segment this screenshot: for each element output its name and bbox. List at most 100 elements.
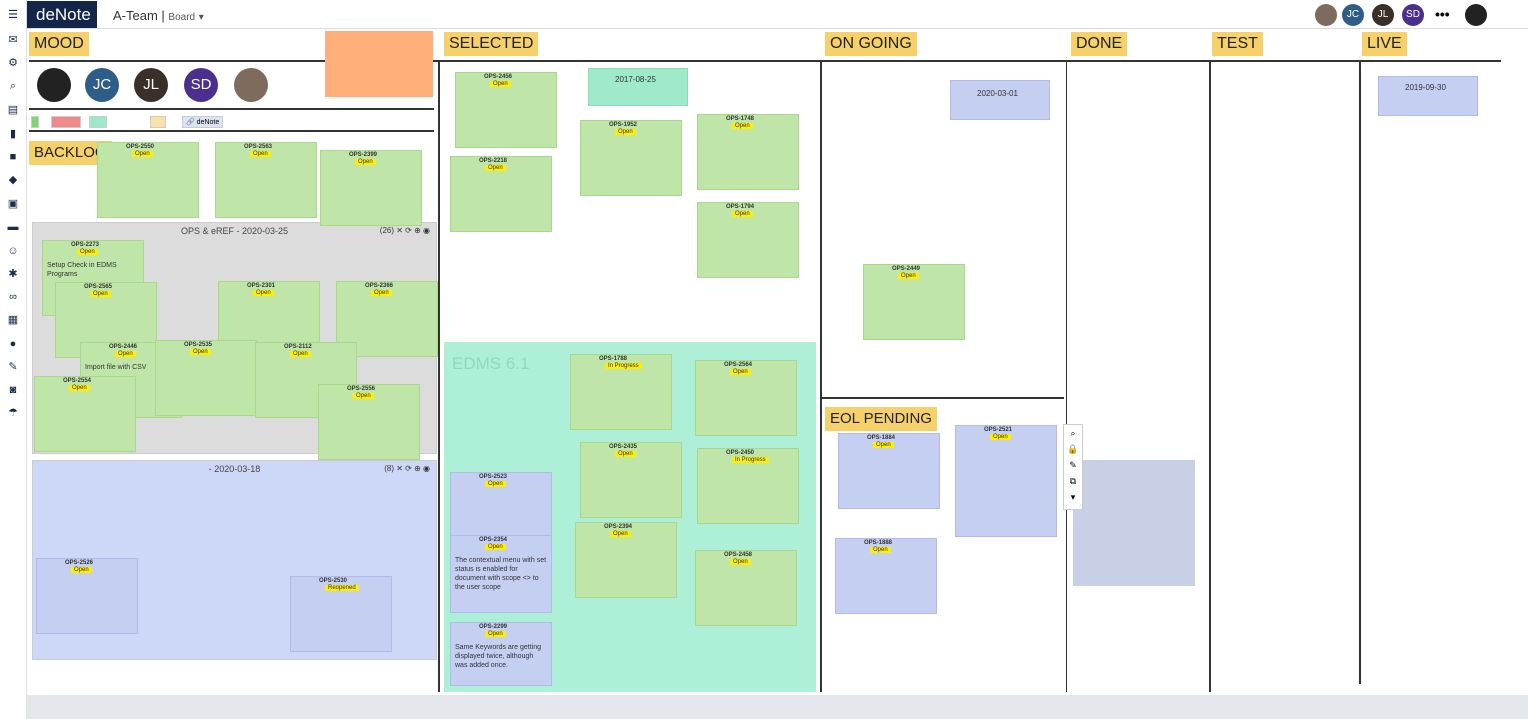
ticket-card[interactable]: OPS-2299 Open Same Keywords are getting di… — [450, 622, 552, 686]
sticky-note[interactable] — [325, 31, 433, 97]
mood-avatar[interactable]: SD — [184, 68, 218, 102]
ticket-card[interactable]: OPS-1748 Open — [697, 114, 799, 190]
done-note[interactable] — [1073, 460, 1195, 586]
tag-icon[interactable]: ◆ — [6, 173, 20, 187]
mail-icon[interactable]: ✉ — [6, 33, 20, 47]
ticket-card[interactable]: OPS-2530 Reopened — [290, 576, 392, 652]
card-date: 2019-09-30 — [1405, 83, 1446, 92]
ticket-card[interactable]: OPS-2435 Open — [580, 442, 682, 518]
column-header-test[interactable]: TEST — [1212, 32, 1263, 56]
link-icon: 🔗 — [186, 119, 195, 126]
ticket-card[interactable]: OPS-2394 Open — [575, 522, 677, 598]
ticket-card[interactable]: OPS-2550 Open — [97, 142, 199, 218]
ticket-text: The contextual menu with set status is e… — [455, 557, 547, 591]
ticket-card[interactable]: OPS-1794 Open — [697, 202, 799, 278]
ticket-card[interactable]: OPS-2521 Open — [955, 425, 1057, 537]
chevron-down-icon[interactable]: ▾ — [1064, 489, 1082, 505]
column-header-mood[interactable]: MOOD — [29, 32, 89, 56]
app-logo[interactable]: deNote — [27, 1, 97, 28]
zoom-icon[interactable]: ⌕ — [1064, 425, 1082, 441]
status-badge: Open — [990, 434, 1011, 440]
status-badge: Open — [870, 547, 891, 553]
ticket-card[interactable]: OPS-2535 Open — [155, 340, 257, 416]
ticket-id: OPS-1884 — [867, 435, 896, 441]
filter-tag[interactable] — [31, 116, 39, 128]
mini-toolbar[interactable]: ⌕ 🔒 ✎ ⧉ ▾ — [1063, 424, 1083, 510]
mood-avatar[interactable] — [234, 68, 268, 102]
ticket-card[interactable]: OPS-2218 Open — [450, 156, 552, 232]
avatar[interactable]: SD — [1402, 4, 1424, 26]
ticket-id: OPS-2554 — [63, 378, 92, 384]
ticket-card[interactable]: OPS-2456 Open — [455, 72, 557, 148]
ticket-card[interactable]: OPS-1888 Open — [835, 538, 937, 614]
ticket-card[interactable]: OPS-1884 Open — [838, 433, 940, 509]
status-badge: Open — [190, 349, 211, 355]
user-avatar[interactable] — [1465, 4, 1487, 26]
settings-icon[interactable]: ✱ — [6, 267, 20, 281]
column-header-selected[interactable]: SELECTED — [444, 32, 539, 56]
ticket-card[interactable]: OPS-1952 Open — [580, 120, 682, 196]
dated-card[interactable]: 2020-03-01 — [950, 80, 1050, 120]
beach-icon[interactable]: ☂ — [6, 406, 20, 420]
group-controls[interactable]: (8) ✕ ⟳ ⊕ ◉ — [384, 464, 430, 473]
camera-icon[interactable]: ◙ — [6, 383, 20, 397]
ticket-id: OPS-1748 — [726, 116, 755, 122]
wand-icon[interactable]: ✎ — [6, 360, 20, 374]
column-header-live[interactable]: LIVE — [1362, 32, 1407, 56]
column-header-ongoing[interactable]: ON GOING — [825, 32, 917, 56]
ticket-card[interactable]: OPS-2556 Open — [318, 384, 420, 460]
ticket-card[interactable]: OPS-2449 Open — [863, 264, 965, 340]
dated-card[interactable]: 2017-08-25 — [588, 68, 688, 106]
ticket-card[interactable]: OPS-2354 Open The contextual menu with set… — [450, 535, 552, 613]
ticket-id: OPS-1788 — [599, 356, 628, 362]
filter-tag[interactable] — [51, 116, 81, 128]
avatar[interactable]: JC — [1342, 4, 1364, 26]
copy-icon[interactable]: ⧉ — [1064, 473, 1082, 489]
ticket-card[interactable]: OPS-2563 Open — [215, 142, 317, 218]
team-selector[interactable]: A-Team | Board ▾ — [113, 8, 204, 23]
avatar[interactable] — [1315, 4, 1337, 26]
ticket-card[interactable]: OPS-1788 In Progress — [570, 354, 672, 430]
smile-icon[interactable]: ☺ — [6, 244, 20, 258]
list-icon[interactable]: ▤ — [6, 103, 20, 117]
ticket-id: OPS-2563 — [244, 144, 273, 150]
dated-card[interactable]: 2019-09-30 — [1378, 76, 1478, 116]
ticket-card[interactable]: OPS-2526 Open — [36, 558, 138, 634]
column-header-done[interactable]: DONE — [1071, 32, 1128, 56]
status-badge: Open — [250, 151, 271, 157]
filter-tag[interactable]: 🔗 deNote — [182, 116, 224, 128]
ticket-card[interactable]: OPS-2458 Open — [695, 550, 797, 626]
ticket-id: OPS-2458 — [724, 552, 753, 558]
column-divider — [1066, 60, 1067, 692]
mood-avatar[interactable]: JC — [85, 68, 119, 102]
gear-icon[interactable]: ⚙ — [6, 56, 20, 70]
status-badge: Open — [610, 531, 631, 537]
ticket-id: OPS-2535 — [184, 342, 213, 348]
menu-icon[interactable]: ☰ — [6, 8, 20, 22]
eol-pending-header[interactable]: EOL PENDING — [825, 407, 937, 431]
briefcase-icon[interactable]: ▬ — [6, 220, 20, 234]
square-icon[interactable]: ■ — [6, 150, 20, 164]
more-icon[interactable]: ••• — [1435, 6, 1450, 22]
filter-tag[interactable] — [150, 116, 166, 128]
link-icon[interactable]: ∞ — [6, 290, 20, 304]
ticket-text: Same Keywords are getting displayed twic… — [455, 644, 541, 669]
ticket-card[interactable]: OPS-2450 In Progress — [697, 448, 799, 524]
group-controls[interactable]: (26) ✕ ⟳ ⊕ ◉ — [380, 226, 430, 235]
ticket-card[interactable]: OPS-2399 Open — [320, 150, 422, 226]
avatar[interactable]: JL — [1372, 4, 1394, 26]
ticket-card[interactable]: OPS-2564 Open — [695, 360, 797, 436]
globe-icon[interactable]: ● — [6, 337, 20, 351]
book-icon[interactable]: ▦ — [6, 313, 20, 327]
search-icon[interactable]: ⌕ — [6, 79, 20, 93]
mood-avatar[interactable]: JL — [134, 68, 168, 102]
ticket-card[interactable]: OPS-2554 Open — [34, 376, 136, 452]
lock-icon[interactable]: 🔒 — [1064, 441, 1082, 457]
mood-avatar[interactable] — [37, 68, 71, 102]
ticket-id: OPS-2565 — [84, 284, 113, 290]
filter-tag[interactable] — [89, 116, 107, 128]
image-icon[interactable]: ▣ — [6, 197, 20, 211]
edit-icon[interactable]: ✎ — [1064, 457, 1082, 473]
note-icon[interactable]: ▮ — [6, 127, 20, 141]
column-divider — [1209, 60, 1211, 692]
